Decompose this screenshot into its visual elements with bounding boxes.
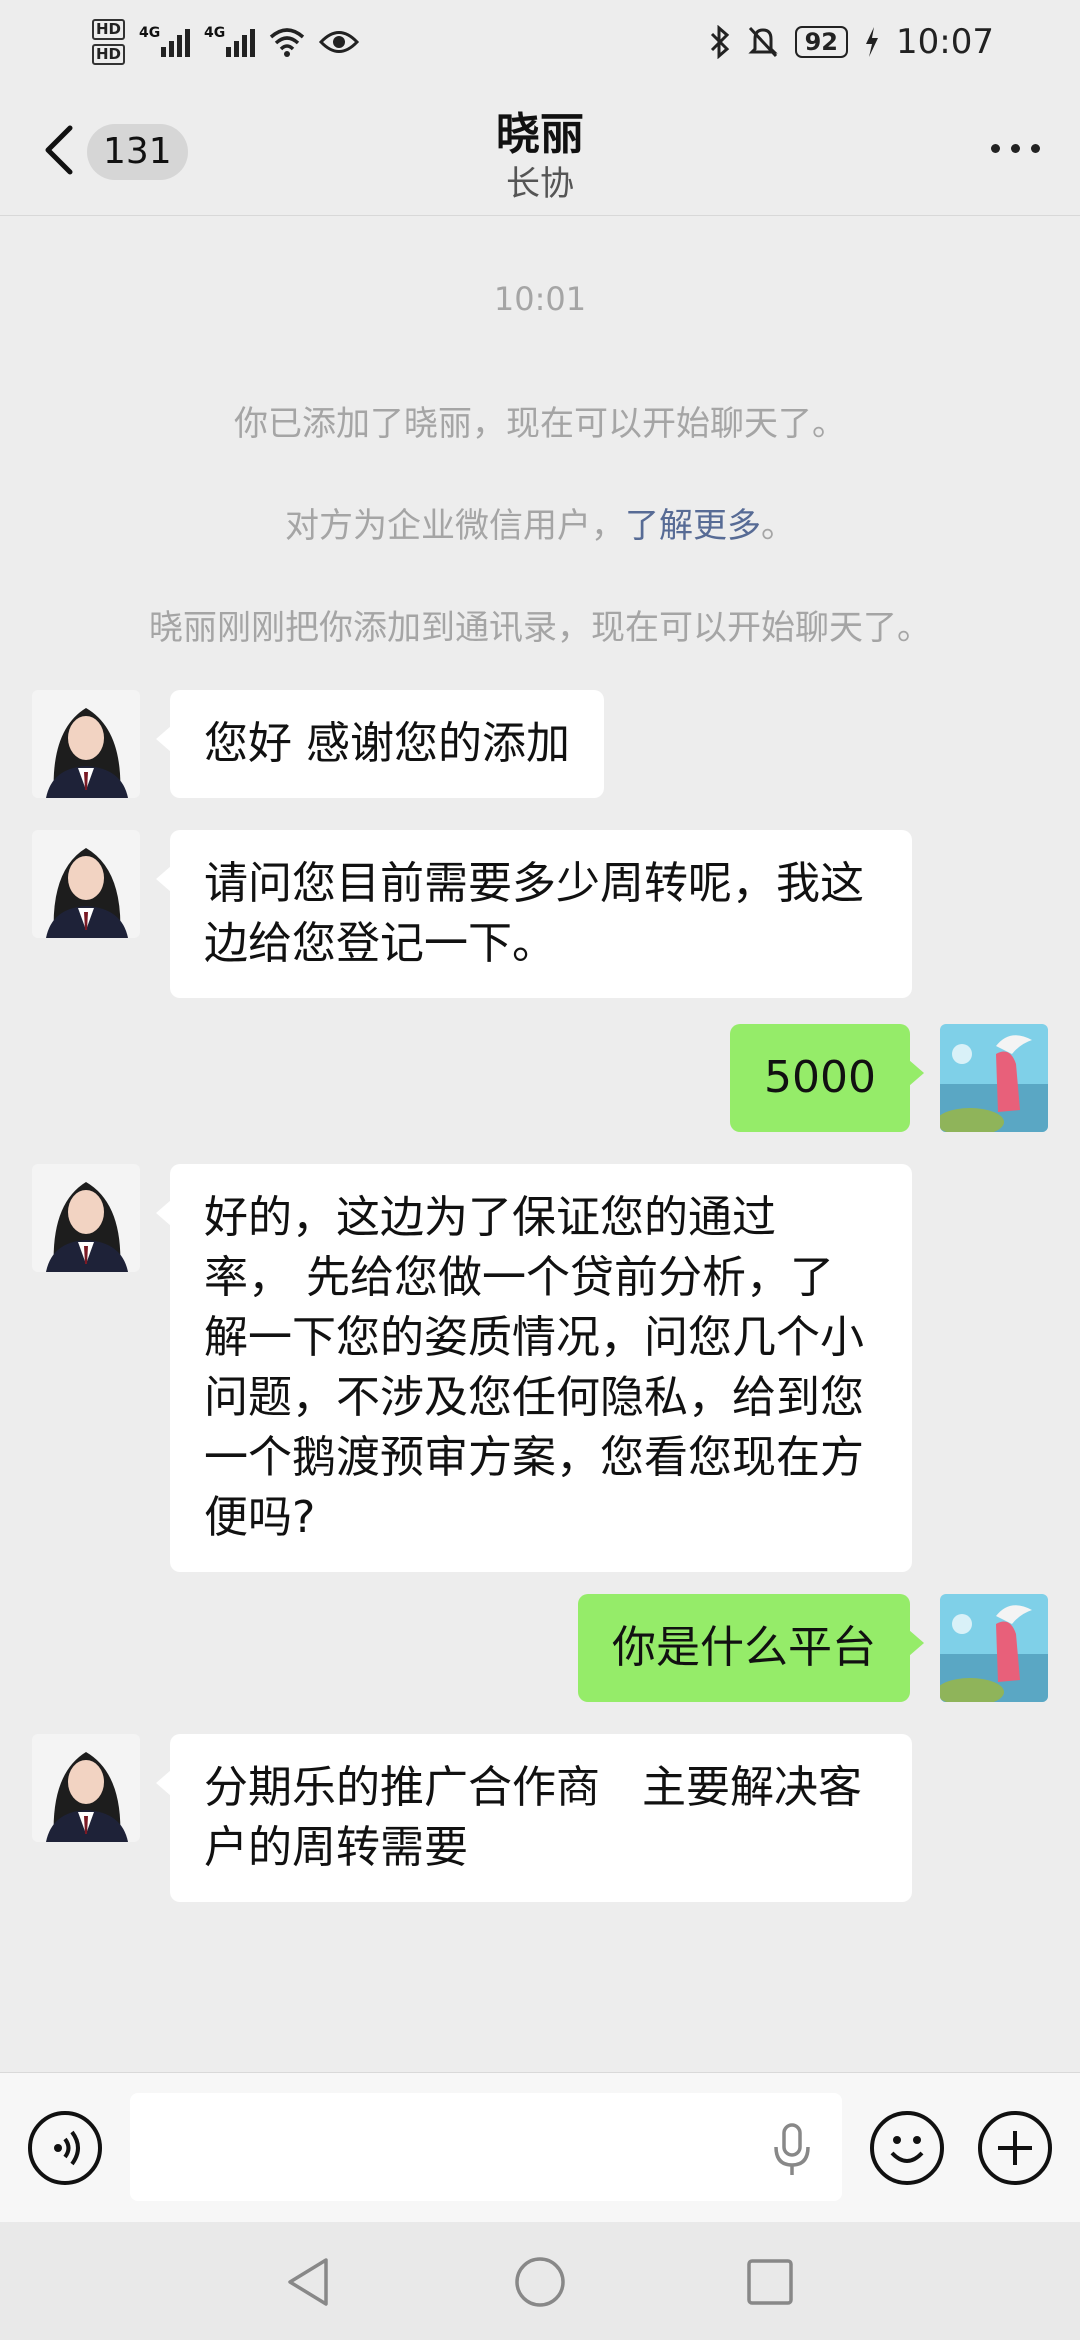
eye-icon xyxy=(319,31,360,53)
clock: 10:07 xyxy=(896,22,994,62)
system-message-contact-added: 晓丽刚刚把你添加到通讯录，现在可以开始聊天了。 xyxy=(149,608,931,648)
input-bar xyxy=(0,2072,1080,2222)
system-navigation-bar xyxy=(0,2222,1080,2340)
message-text: 便吗? xyxy=(204,1492,316,1543)
nav-recents-icon[interactable] xyxy=(746,2258,794,2306)
message-text: 解一下您的姿质情况，问您几个小 xyxy=(204,1312,864,1363)
my-avatar[interactable] xyxy=(940,1024,1048,1132)
message-text: 你是什么平台 xyxy=(612,1622,876,1673)
chat-header: 131 晓丽 长协 xyxy=(0,84,1080,216)
message-bubble-incoming[interactable]: 分期乐的推广合作商 主要解决客 户的周转需要 xyxy=(156,1734,912,1902)
signal-icon: 4G xyxy=(139,25,191,57)
hd-icon: HD HD xyxy=(92,19,126,65)
battery-icon: 92 xyxy=(794,26,849,58)
bluetooth-icon xyxy=(710,25,729,59)
contact-avatar[interactable] xyxy=(32,1734,140,1842)
timestamp: 10:01 xyxy=(493,280,587,318)
contact-avatar[interactable] xyxy=(32,1164,140,1272)
mute-bell-icon xyxy=(747,26,778,58)
voice-icon[interactable] xyxy=(28,2111,102,2185)
nav-home-icon[interactable] xyxy=(514,2256,566,2308)
status-left: HD HD 4G 4G xyxy=(92,19,360,65)
microphone-icon[interactable] xyxy=(772,2123,812,2177)
charging-icon xyxy=(866,27,879,57)
contact-company: 长协 xyxy=(506,164,574,204)
learn-more-link[interactable]: 了解更多 xyxy=(625,506,761,546)
more-icon[interactable] xyxy=(991,144,1040,153)
nav-back-icon[interactable] xyxy=(284,2256,332,2308)
signal-icon: 4G xyxy=(204,25,256,57)
message-text: 一个鹅渡预审方案，您看您现在方 xyxy=(204,1432,864,1483)
message-text: 好的，这边为了保证您的通过 xyxy=(204,1192,776,1243)
enterprise-notice-suffix: 。 xyxy=(761,506,795,546)
message-bubble-outgoing[interactable]: 5000 xyxy=(730,1024,924,1132)
status-right: 92 10:07 xyxy=(709,22,994,62)
network-label-2: 4G xyxy=(204,25,226,41)
plus-icon[interactable] xyxy=(978,2111,1052,2185)
my-avatar[interactable] xyxy=(940,1594,1048,1702)
message-bubble-outgoing[interactable]: 你是什么平台 xyxy=(578,1594,924,1702)
hd1-label: HD xyxy=(92,19,126,40)
enterprise-notice-text: 对方为企业微信用户， xyxy=(285,506,625,546)
message-text: 率， 先给您做一个贷前分析，了 xyxy=(204,1252,834,1303)
contact-name: 晓丽 xyxy=(496,109,584,160)
hd2-label: HD xyxy=(92,44,126,65)
message-text: 请问您目前需要多少周转呢，我这 xyxy=(204,858,864,909)
status-bar: HD HD 4G 4G 92 10:07 xyxy=(0,0,1080,84)
message-bubble-incoming[interactable]: 您好 感谢您的添加 xyxy=(156,690,604,798)
message-input[interactable] xyxy=(130,2093,842,2201)
message-text: 问题，不涉及您任何隐私，给到您 xyxy=(204,1372,864,1423)
message-bubble-incoming[interactable]: 好的，这边为了保证您的通过 率， 先给您做一个贷前分析，了 解一下您的姿质情况，… xyxy=(156,1164,912,1572)
message-text: 5000 xyxy=(764,1052,876,1103)
system-message-added: 你已添加了晓丽，现在可以开始聊天了。 xyxy=(234,404,846,444)
message-text: 分期乐的推广合作商 主要解决客 xyxy=(204,1762,862,1813)
contact-avatar[interactable] xyxy=(32,690,140,798)
wifi-icon xyxy=(269,28,305,57)
message-text: 您好 感谢您的添加 xyxy=(204,718,570,769)
message-text: 边给您登记一下。 xyxy=(204,918,556,969)
contact-avatar[interactable] xyxy=(32,830,140,938)
message-text: 户的周转需要 xyxy=(204,1822,468,1873)
network-label-1: 4G xyxy=(139,25,161,41)
emoji-icon[interactable] xyxy=(870,2111,944,2185)
message-bubble-incoming[interactable]: 请问您目前需要多少周转呢，我这 边给您登记一下。 xyxy=(156,830,912,998)
system-message-enterprise: 对方为企业微信用户，了解更多。 xyxy=(0,498,1080,547)
